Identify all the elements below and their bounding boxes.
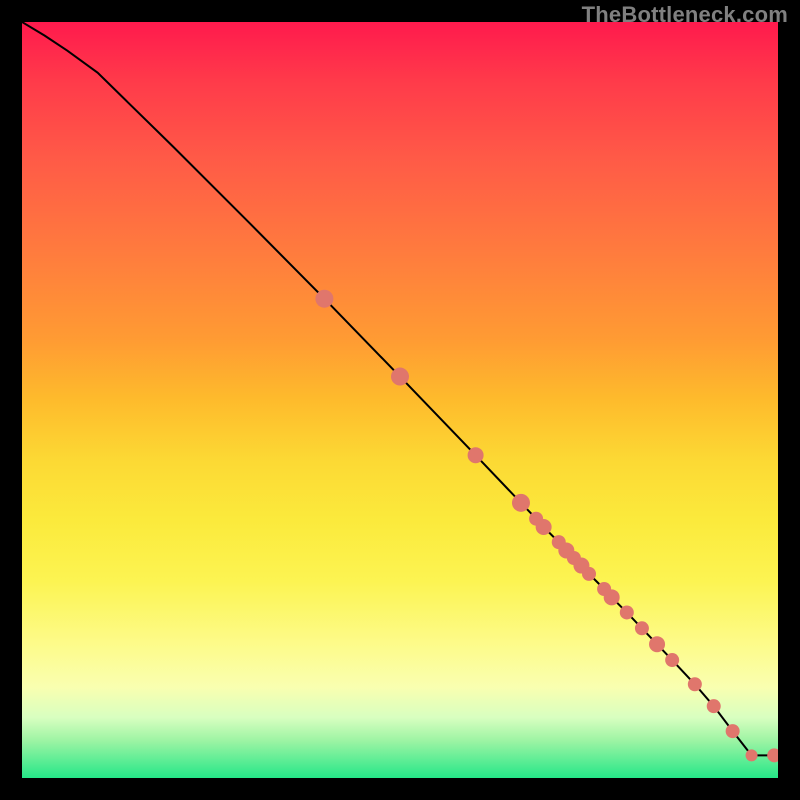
series-marker — [746, 749, 758, 761]
series-marker — [620, 605, 634, 619]
series-marker — [665, 653, 679, 667]
series-marker — [604, 589, 620, 605]
chart-svg — [22, 22, 778, 778]
series-marker — [635, 621, 649, 635]
series-marker — [391, 368, 409, 386]
series-marker — [688, 677, 702, 691]
series-marker — [315, 290, 333, 308]
watermark-text: TheBottleneck.com — [582, 2, 788, 28]
chart-stage: TheBottleneck.com — [0, 0, 800, 800]
series-marker — [726, 724, 740, 738]
series-marker — [649, 636, 665, 652]
series-marker — [582, 567, 596, 581]
series-marker — [767, 748, 778, 762]
series-marker — [512, 494, 530, 512]
series-marker — [468, 447, 484, 463]
series-marker — [707, 699, 721, 713]
series-marker — [536, 519, 552, 535]
